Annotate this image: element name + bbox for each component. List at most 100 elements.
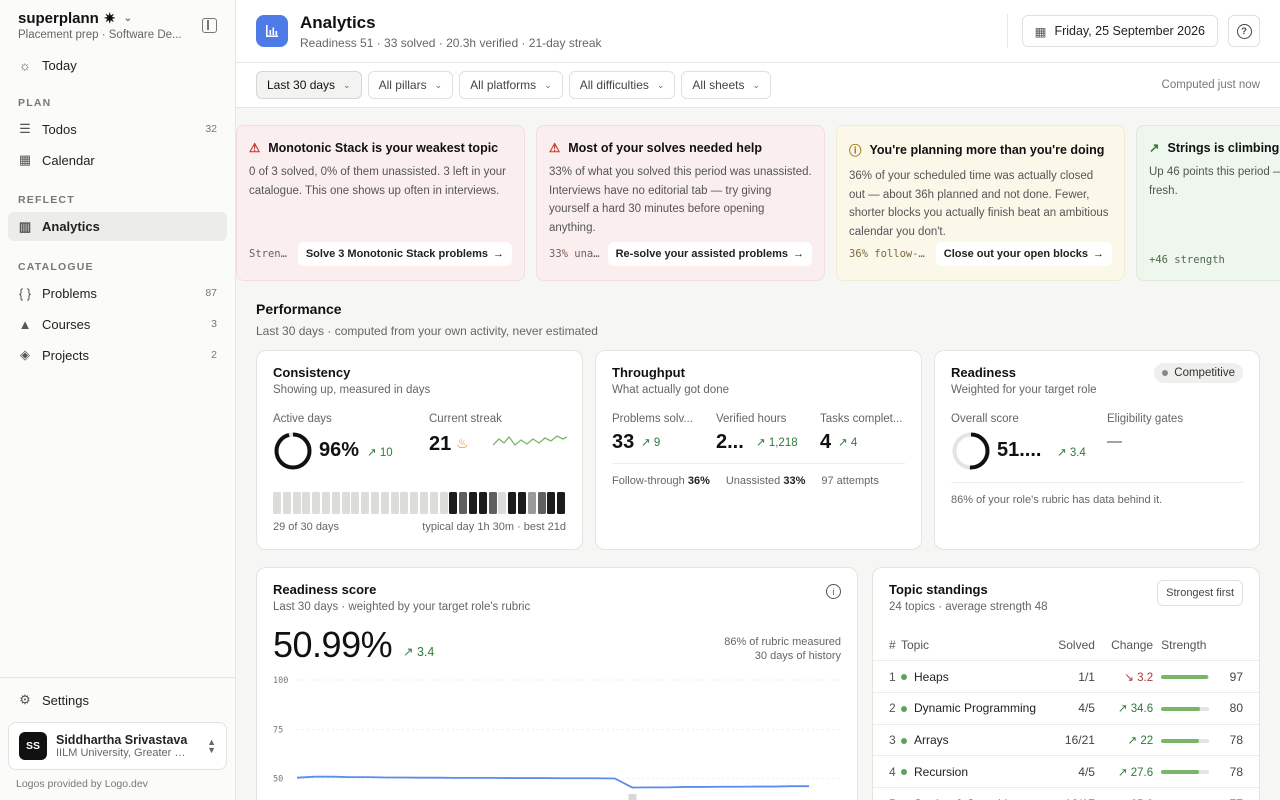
page-title: Analytics (300, 12, 376, 32)
workspace-switcher[interactable]: superplann ✷ ⌄ Placement prep · Software… (0, 0, 235, 41)
sidebar-item-label: Todos (42, 121, 77, 137)
streak-sparkline (493, 435, 567, 446)
rank-cell: 5 (873, 786, 901, 800)
strength-value: 80 (1215, 691, 1259, 725)
strength-bar-cell (1161, 786, 1215, 800)
info-icon[interactable]: i (826, 584, 841, 599)
sidebar-item-courses[interactable]: ▲ Courses 3 (8, 310, 227, 338)
badge-label: Competitive (1174, 367, 1235, 379)
sidebar-item-label: Settings (42, 692, 89, 708)
topic-name: Sorting & Searching (914, 797, 1021, 800)
strength-bar-cell (1161, 660, 1215, 693)
topic-name: Dynamic Programming (914, 701, 1037, 716)
topic-cell: Sorting & Searching (901, 786, 1053, 800)
insight-action-button[interactable]: Solve 3 Monotonic Stack problems → (297, 242, 512, 266)
insight-body: 33% of what you solved this period was u… (549, 166, 812, 234)
y-tick-label: 100 (273, 676, 288, 686)
card-subtitle: Weighted for your target role (951, 384, 1097, 396)
table-row[interactable]: 3 Arrays 16/21 ↗ 22 78 (873, 723, 1259, 756)
day-square (292, 492, 301, 514)
card-title: Consistency (273, 365, 351, 380)
arrow-up-right-icon: ↗ (403, 645, 417, 659)
strength-bar-cell (1161, 691, 1215, 725)
day-square (557, 492, 566, 514)
sidebar-item-calendar[interactable]: ▦ Calendar (8, 146, 227, 174)
insight-action-button[interactable]: Close out your open blocks → (935, 242, 1112, 266)
table-row[interactable]: 4 Recursion 4/5 ↗ 27.6 78 (873, 755, 1259, 788)
difficulties-filter[interactable]: All difficulties ⌄ (568, 71, 676, 99)
insight-action-button[interactable]: Re-solve your assisted problems → (607, 242, 812, 266)
solved-cell: 13/17 (1052, 786, 1105, 800)
insight-body: 0 of 3 solved, 0% of them unassisted. 3 … (249, 166, 506, 197)
day-square (537, 492, 546, 514)
active-days-delta: ↗ 10 (367, 445, 393, 459)
topic-cell: Heaps (901, 660, 1053, 693)
readiness-score-value: 51.... (997, 439, 1042, 461)
eligibility-gates-value: — (1107, 433, 1122, 450)
table-row[interactable]: 2 Dynamic Programming 4/5 ↗ 34.6 80 (873, 691, 1259, 725)
status-dot (901, 674, 907, 681)
sidebar-item-todos[interactable]: ☰ Todos 32 (8, 115, 227, 143)
alert-circle-icon: ⓘ (849, 144, 862, 158)
insight-stat: +46 strength (1149, 254, 1225, 266)
warning-icon: ⚠ (549, 141, 561, 155)
arrow-right-icon: → (493, 248, 504, 260)
arrow-up-right-icon: ↗ (756, 437, 769, 449)
platforms-filter[interactable]: All platforms ⌄ (459, 71, 563, 99)
consistency-card: Consistency Showing up, measured in days… (256, 350, 583, 550)
col-solved[interactable]: Solved (1053, 629, 1105, 661)
readiness-tier-badge: Competitive (1154, 363, 1243, 383)
strength-bar (1161, 770, 1210, 775)
strength-bar-cell (1161, 755, 1215, 788)
insight-body: 36% of your scheduled time was actually … (849, 170, 1109, 238)
strength-bar-fill (1161, 738, 1199, 743)
date-picker-button[interactable]: ▦ Friday, 25 September 2026 (1021, 15, 1218, 47)
solved-cell: 4/5 (1052, 755, 1105, 788)
pillars-filter[interactable]: All pillars ⌄ (367, 71, 454, 99)
strength-bar-cell (1161, 723, 1215, 756)
change-cell: ↗ 25.8 (1104, 786, 1162, 800)
day-square (331, 492, 340, 514)
sidebar-item-label: Projects (42, 347, 89, 363)
filter-label: All difficulties (579, 78, 649, 92)
table-row[interactable]: 5 Sorting & Searching 13/17↗ 25.8 77 (873, 786, 1259, 800)
day-square (351, 492, 360, 514)
trend-arrow-icon: ↘ (1124, 671, 1138, 684)
col-change[interactable]: Change (1105, 629, 1161, 661)
day-square (478, 492, 487, 514)
sidebar-item-projects[interactable]: ◈ Projects 2 (8, 341, 227, 369)
sidebar-item-today[interactable]: ☼ Today (8, 51, 227, 79)
sheets-filter[interactable]: All sheets ⌄ (681, 71, 771, 99)
col-topic[interactable]: Topic (901, 629, 1053, 661)
rank-cell: 4 (873, 755, 901, 788)
calendar-icon: ▦ (1034, 24, 1047, 39)
sidebar-item-problems[interactable]: { } Problems 87 (8, 279, 227, 307)
section-title: Performance (256, 301, 342, 317)
insight-card: ⚠ Monotonic Stack is your weakest topic 0… (236, 125, 525, 281)
trend-arrow-icon: ↗ (1127, 734, 1141, 747)
rubric-note: 86% of your role's rubric has data behin… (951, 494, 1163, 506)
help-button[interactable]: ? (1228, 15, 1260, 47)
header-divider (1006, 14, 1008, 48)
insight-card: ↗ Strings is climbing Up 46 points this p… (1136, 125, 1280, 281)
collapse-sidebar-icon[interactable] (202, 18, 217, 33)
chevron-down-icon: ⌄ (123, 13, 132, 24)
insight-title: Most of your solves needed help (568, 140, 763, 155)
user-account-switcher[interactable]: SS Siddhartha Srivastava IILM University… (8, 722, 227, 770)
page-header: Analytics Readiness 51 · 33 solved · 20.… (236, 0, 1280, 63)
col-strength[interactable]: Strength (1161, 629, 1215, 661)
trend-arrow-icon: ↗ (1117, 703, 1131, 716)
flame-icon: ♨ (456, 435, 469, 451)
date-range-filter[interactable]: Last 30 days ⌄ (256, 71, 362, 99)
card-title: Readiness score (273, 582, 377, 597)
sidebar-item-analytics[interactable]: ▥ Analytics (8, 212, 227, 241)
table-row[interactable]: 1 Heaps 1/1 ↘ 3.2 97 (873, 660, 1259, 693)
sidebar: superplann ✷ ⌄ Placement prep · Software… (0, 0, 236, 800)
day-square (371, 492, 379, 514)
day-square (488, 492, 497, 514)
sidebar-item-settings[interactable]: ⚙ Settings (8, 686, 227, 714)
sort-button[interactable]: Strongest first (1157, 580, 1243, 606)
projects-count: 2 (211, 349, 217, 361)
sidebar-footer: ⚙ Settings SS Siddhartha Srivastava IILM… (0, 677, 235, 800)
day-square (390, 492, 399, 514)
